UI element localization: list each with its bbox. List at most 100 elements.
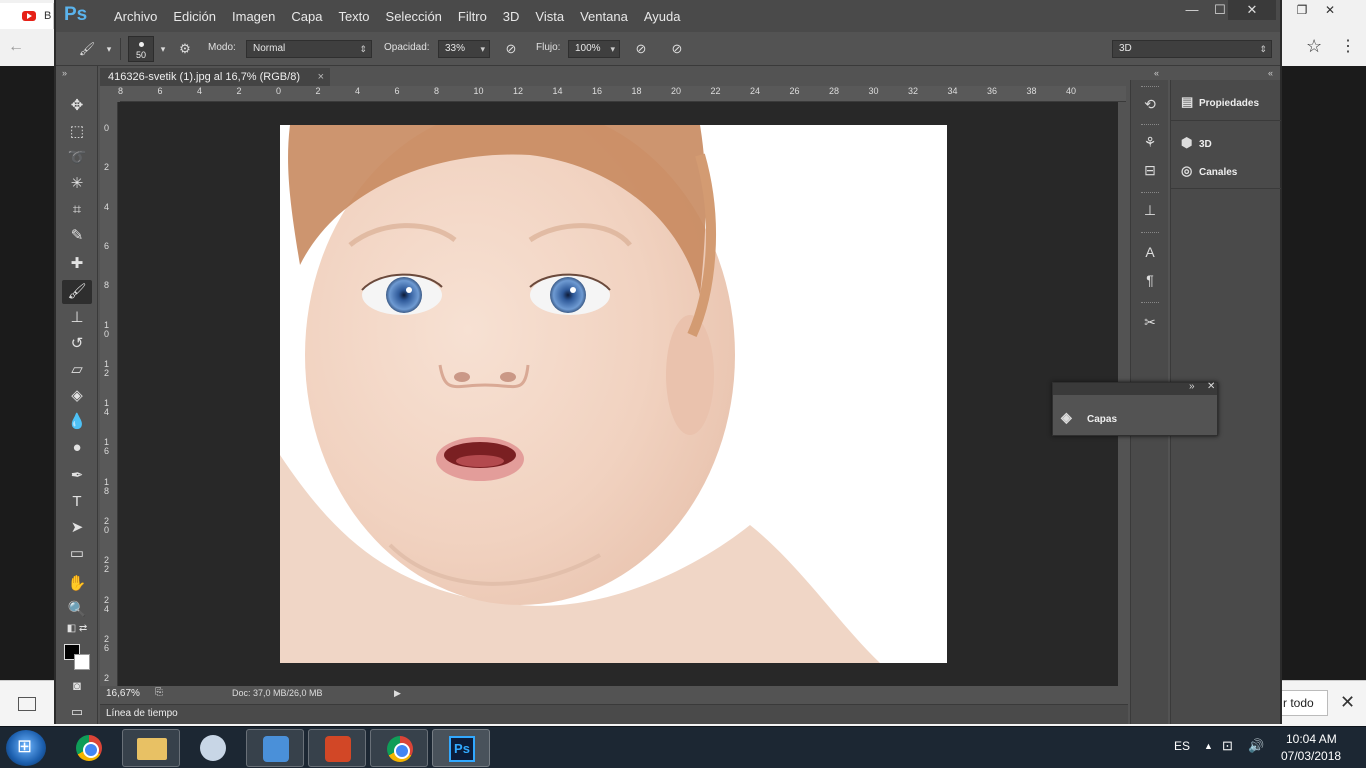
- clone-stamp-tool-icon[interactable]: ⊥: [62, 306, 92, 330]
- menu-item[interactable]: Imagen: [224, 9, 283, 24]
- pen-tool-icon[interactable]: ✒: [62, 464, 92, 488]
- brush-preset-icon[interactable]: ⚘: [1139, 132, 1161, 152]
- dock-grip[interactable]: [1141, 86, 1159, 88]
- clock-time[interactable]: 10:04 AM: [1286, 732, 1337, 746]
- menu-item[interactable]: Capa: [283, 9, 330, 24]
- canvas-area[interactable]: [118, 102, 1118, 686]
- taskbar-powerpoint[interactable]: [308, 729, 366, 767]
- menu-icon[interactable]: ⋮: [1340, 36, 1356, 56]
- share-icon[interactable]: ⎘: [152, 686, 166, 700]
- back-icon[interactable]: ←: [8, 38, 24, 56]
- taskbar-photoshop[interactable]: Ps: [432, 729, 490, 767]
- brush-size-picker[interactable]: 50: [128, 36, 154, 62]
- zoom-level[interactable]: 16,67%: [106, 688, 140, 699]
- history-brush-tool-icon[interactable]: ↺: [62, 332, 92, 356]
- adjustments-icon[interactable]: ⊟: [1139, 160, 1161, 180]
- workspace-select[interactable]: 3D ⇕: [1112, 40, 1272, 58]
- minimize-button[interactable]: —: [1178, 0, 1206, 20]
- document-tab[interactable]: 416326-svetik (1).jpg al 16,7% (RGB/8) ×: [100, 68, 330, 86]
- ruler-origin[interactable]: [100, 86, 120, 102]
- pressure-size-icon[interactable]: ⊘: [668, 40, 686, 58]
- eraser-tool-icon[interactable]: ▱: [62, 358, 92, 382]
- vertical-ruler[interactable]: 0 2 4 6 8 1 0 1 2 1 4 1 6 1 8 2 0 2 2 2 4 2 6 2: [100, 102, 118, 688]
- brush-picker-arrow-icon[interactable]: ▾: [154, 40, 172, 58]
- horizontal-ruler[interactable]: 8 6 4 2 0 2 4 6 8 10 12 14 16 18 20 22 24 26 28 30 32 34 36 38 4…: [118, 86, 1126, 102]
- bookmark-star-icon[interactable]: ☆: [1306, 36, 1322, 57]
- close-icon[interactable]: ✕: [1207, 381, 1215, 392]
- dock-grip[interactable]: [1141, 192, 1159, 194]
- menu-item[interactable]: Filtro: [450, 9, 495, 24]
- tray-expand-icon[interactable]: ▲: [1204, 741, 1213, 751]
- channels-panel-tab[interactable]: ◎ Canales: [1181, 161, 1237, 181]
- background-color-swatch[interactable]: [74, 654, 90, 670]
- taskbar-chrome-2[interactable]: [370, 729, 428, 767]
- pressure-opacity-icon[interactable]: ⊘: [502, 40, 520, 58]
- taskbar-control-panel[interactable]: [246, 729, 304, 767]
- menu-item[interactable]: Texto: [330, 9, 377, 24]
- document-image[interactable]: [280, 125, 947, 663]
- close-icon[interactable]: ✕: [1316, 0, 1344, 20]
- menu-item[interactable]: Ayuda: [636, 9, 689, 24]
- close-icon[interactable]: ✕: [1340, 692, 1355, 713]
- brush-tool-icon[interactable]: 🖌: [78, 40, 96, 58]
- language-indicator[interactable]: ES: [1174, 739, 1190, 753]
- lasso-tool-icon[interactable]: ➰: [62, 146, 92, 170]
- collapse-icon[interactable]: «: [1154, 68, 1159, 78]
- screen-mode-icon[interactable]: ▭: [62, 700, 92, 724]
- close-document-icon[interactable]: ×: [318, 68, 324, 86]
- start-button[interactable]: [6, 730, 46, 766]
- menu-item[interactable]: Selección: [378, 9, 450, 24]
- rectangle-tool-icon[interactable]: ▭: [62, 542, 92, 566]
- taskbar-explorer[interactable]: [122, 729, 180, 767]
- opacity-input[interactable]: 33% ▾: [438, 40, 490, 58]
- status-menu-arrow-icon[interactable]: ▶: [394, 688, 401, 699]
- paragraph-icon[interactable]: ¶: [1139, 270, 1161, 290]
- marquee-tool-icon[interactable]: ⬚: [62, 120, 92, 144]
- brush-tool-icon[interactable]: 🖌: [62, 280, 92, 304]
- collapse-icon[interactable]: «: [1268, 68, 1273, 78]
- menu-item[interactable]: Ventana: [572, 9, 636, 24]
- tool-presets-icon[interactable]: ✂: [1139, 312, 1161, 332]
- clock-date[interactable]: 07/03/2018: [1281, 749, 1341, 763]
- move-tool-icon[interactable]: ✥: [62, 94, 92, 118]
- hand-tool-icon[interactable]: ✋: [62, 572, 92, 596]
- default-colors-icon[interactable]: ◧ ⇄: [62, 622, 92, 636]
- menu-item[interactable]: Archivo: [106, 9, 165, 24]
- dock-grip[interactable]: [1141, 302, 1159, 304]
- layers-panel-tab[interactable]: ◈ Capas: [1061, 409, 1117, 426]
- quick-selection-tool-icon[interactable]: ✳: [62, 172, 92, 196]
- zoom-tool-icon[interactable]: 🔍: [62, 598, 92, 622]
- mode-select[interactable]: Normal ⇕: [246, 40, 372, 58]
- show-all-downloads-button[interactable]: r todo: [1280, 690, 1328, 716]
- healing-brush-tool-icon[interactable]: ✚: [62, 252, 92, 276]
- taskbar-chrome[interactable]: [60, 729, 118, 767]
- history-icon[interactable]: ⟲: [1139, 94, 1161, 114]
- taskbar-snipping-tool[interactable]: [184, 729, 242, 767]
- collapse-icon[interactable]: »: [62, 68, 67, 78]
- close-button[interactable]: ✕: [1228, 0, 1276, 20]
- collapse-icon[interactable]: »: [1189, 381, 1195, 392]
- tool-preset-dropdown-icon[interactable]: ▾: [100, 40, 118, 58]
- dodge-tool-icon[interactable]: ●: [62, 436, 92, 460]
- restore-icon[interactable]: ❐: [1288, 0, 1316, 20]
- brush-panel-icon[interactable]: ⚙: [176, 40, 194, 58]
- layers-floating-panel[interactable]: » ✕ ◈ Capas: [1052, 381, 1218, 436]
- properties-panel-tab[interactable]: ▤ Propiedades: [1181, 92, 1259, 112]
- 3d-panel-tab[interactable]: ⬢ 3D: [1181, 133, 1212, 153]
- menu-item[interactable]: Vista: [527, 9, 572, 24]
- network-icon[interactable]: ⊡: [1222, 738, 1233, 754]
- volume-icon[interactable]: 🔊: [1248, 738, 1264, 754]
- timeline-panel[interactable]: Línea de tiempo: [100, 704, 1128, 724]
- dock-grip[interactable]: [1141, 232, 1159, 234]
- dock-grip[interactable]: [1141, 124, 1159, 126]
- flow-input[interactable]: 100% ▾: [568, 40, 620, 58]
- type-tool-icon[interactable]: T: [62, 490, 92, 514]
- eyedropper-tool-icon[interactable]: ✎: [62, 224, 92, 248]
- path-selection-tool-icon[interactable]: ➤: [62, 516, 92, 540]
- menu-item[interactable]: Edición: [165, 9, 224, 24]
- crop-tool-icon[interactable]: ⌗: [62, 198, 92, 222]
- blur-tool-icon[interactable]: 💧: [62, 410, 92, 434]
- character-icon[interactable]: A: [1139, 242, 1161, 262]
- paint-bucket-tool-icon[interactable]: ◈: [62, 384, 92, 408]
- airbrush-icon[interactable]: ⊘: [632, 40, 650, 58]
